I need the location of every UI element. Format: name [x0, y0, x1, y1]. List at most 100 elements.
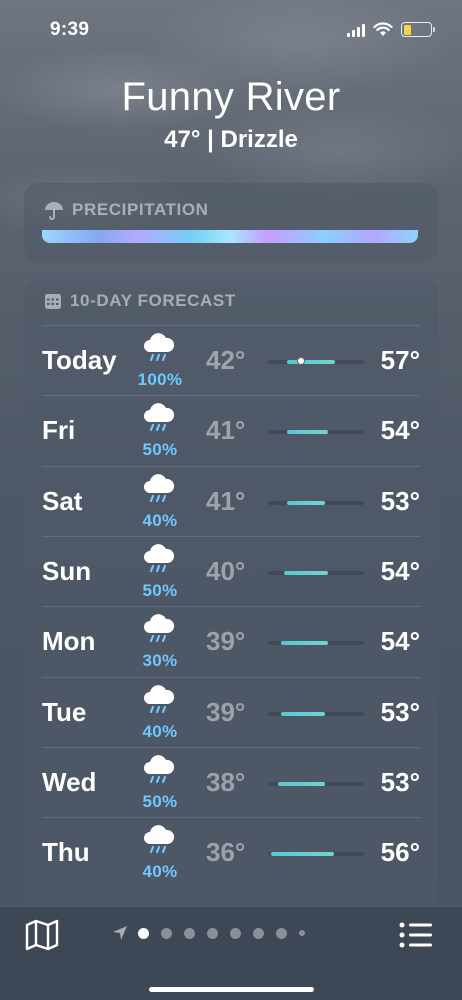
- temperature-range-bar: [268, 500, 364, 505]
- forecast-row[interactable]: Mon 30% 39° 54°: [42, 606, 420, 676]
- umbrella-icon: [45, 202, 63, 220]
- home-indicator[interactable]: [149, 987, 314, 992]
- precipitation-title: PRECIPITATION: [44, 200, 209, 220]
- ten-day-forecast-card: 10-DAY FORECAST Today 100% 42° 57° Fri 50% 41°…: [24, 280, 438, 920]
- low-temperature: 38°: [206, 766, 246, 797]
- weather-condition: 50%: [128, 754, 192, 814]
- precipitation-label: PRECIPITATION: [72, 200, 209, 219]
- weather-condition: 40%: [128, 473, 192, 533]
- list-icon: [399, 922, 432, 948]
- temperature-range-fill: [284, 570, 328, 575]
- temperature-range-fill: [277, 781, 325, 786]
- rain-cloud-icon: [144, 684, 175, 713]
- high-temperature: 53°: [380, 485, 420, 516]
- low-temperature: 41°: [206, 485, 246, 516]
- city-name: Funny River: [121, 75, 341, 119]
- forecast-day: Sat: [42, 485, 83, 516]
- forecast-label: 10-DAY FORECAST: [70, 291, 236, 310]
- low-temperature: 39°: [206, 696, 246, 727]
- rain-cloud-icon: [144, 825, 175, 854]
- rain-cloud-icon: [144, 614, 175, 643]
- forecast-row[interactable]: Tue 40% 39° 53°: [42, 676, 420, 747]
- location-arrow-icon: [113, 926, 127, 940]
- forecast-row[interactable]: Sat 40% 41° 53°: [42, 465, 420, 536]
- status-bar: 9:39: [0, 0, 462, 60]
- current-temperature-dot: [296, 357, 305, 365]
- temperature-range-bar: [268, 711, 364, 716]
- precipitation-chance: 50%: [142, 791, 178, 811]
- page-dot[interactable]: [299, 930, 305, 936]
- precipitation-chance: 40%: [142, 862, 178, 882]
- battery-icon: [401, 22, 435, 37]
- low-temperature: 41°: [206, 415, 246, 446]
- temperature-range-fill: [287, 430, 328, 435]
- location-header: Funny River 47° | Drizzle: [0, 72, 462, 154]
- weather-condition: 30%: [128, 613, 192, 673]
- weather-condition: 50%: [128, 402, 192, 462]
- rain-cloud-icon: [144, 754, 175, 783]
- page-dot[interactable]: [253, 927, 264, 939]
- low-temperature: 40°: [206, 555, 246, 586]
- rain-cloud-icon: [144, 544, 175, 572]
- high-temperature: 53°: [380, 696, 420, 727]
- temperature-range-bar: [268, 641, 364, 646]
- high-temperature: 54°: [380, 626, 420, 657]
- weather-condition: 40%: [128, 824, 192, 884]
- weather-condition: 40%: [128, 684, 192, 744]
- map-button[interactable]: [24, 919, 64, 953]
- weather-condition: 100%: [128, 332, 192, 392]
- forecast-day: Today: [42, 345, 117, 375]
- forecast-row[interactable]: Fri 50% 41° 54°: [42, 395, 420, 465]
- rain-cloud-icon: [144, 403, 175, 432]
- precipitation-chance: 50%: [142, 440, 178, 460]
- locations-list-button[interactable]: [398, 921, 438, 951]
- page-dot[interactable]: [276, 927, 287, 939]
- location-pager[interactable]: [112, 925, 305, 941]
- temperature-range-bar: [268, 357, 364, 365]
- high-temperature: 57°: [380, 345, 420, 375]
- forecast-row[interactable]: Thu 40% 36° 56°: [42, 817, 420, 887]
- forecast-day: Wed: [42, 766, 97, 797]
- page-dot[interactable]: [138, 927, 149, 939]
- forecast-title: 10-DAY FORECAST: [44, 291, 236, 311]
- high-temperature: 54°: [380, 555, 420, 586]
- temperature-range-bar: [268, 781, 364, 786]
- precipitation-chance: 50%: [142, 580, 178, 600]
- current-conditions: 47° | Drizzle: [164, 126, 298, 153]
- low-temperature: 42°: [206, 345, 246, 375]
- status-icons: [347, 22, 435, 37]
- high-temperature: 54°: [380, 415, 420, 446]
- map-icon: [25, 919, 59, 951]
- forecast-day: Fri: [42, 415, 76, 446]
- weather-condition: 50%: [128, 543, 192, 603]
- page-dot[interactable]: [230, 927, 241, 939]
- forecast-row[interactable]: Today 100% 42° 57°: [42, 325, 420, 395]
- cellular-signal-icon: [347, 23, 365, 37]
- precipitation-card[interactable]: PRECIPITATION: [24, 183, 438, 261]
- low-temperature: 36°: [206, 837, 246, 868]
- forecast-row[interactable]: Sun 50% 40° 54°: [42, 535, 420, 606]
- temperature-range-fill: [281, 711, 325, 716]
- precipitation-map-preview[interactable]: [42, 230, 418, 243]
- low-temperature: 39°: [206, 626, 246, 657]
- rain-cloud-icon: [144, 333, 175, 362]
- status-time: 9:39: [50, 19, 90, 40]
- bottom-toolbar: [0, 906, 462, 1000]
- forecast-day: Mon: [42, 626, 96, 657]
- calendar-icon: [45, 294, 61, 309]
- precipitation-chance: 30%: [142, 651, 178, 671]
- high-temperature: 53°: [380, 766, 420, 797]
- page-dot[interactable]: [184, 927, 195, 939]
- temperature-range-fill: [287, 500, 325, 505]
- temperature-range-fill: [270, 852, 335, 857]
- forecast-day: Thu: [42, 837, 90, 868]
- forecast-row[interactable]: Wed 50% 38° 53°: [42, 746, 420, 817]
- page-dot[interactable]: [161, 927, 172, 939]
- wifi-icon: [373, 22, 393, 36]
- forecast-day: Sun: [42, 555, 92, 586]
- temperature-range-bar: [268, 852, 364, 857]
- page-dot[interactable]: [207, 927, 218, 939]
- forecast-day: Tue: [42, 696, 87, 727]
- high-temperature: 56°: [380, 837, 420, 868]
- temperature-range-fill: [287, 360, 336, 364]
